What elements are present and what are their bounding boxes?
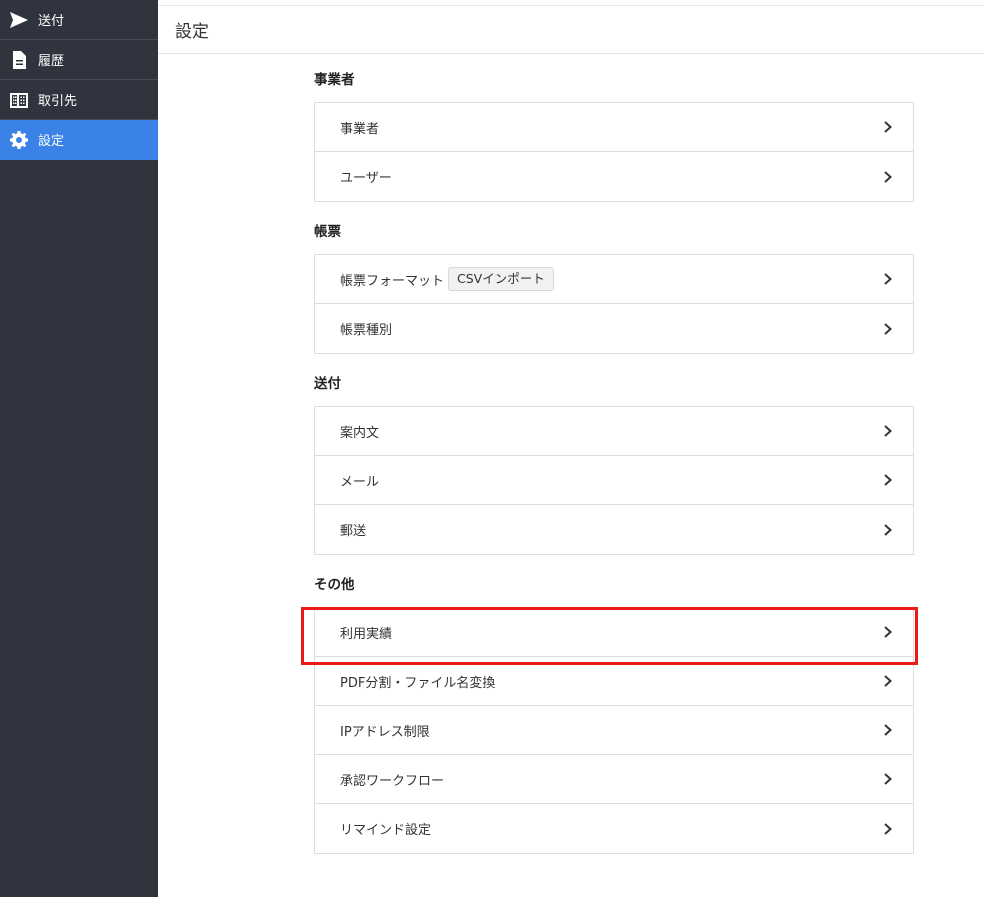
chevron-right-icon — [881, 625, 895, 639]
settings-row-form-format[interactable]: 帳票フォーマット CSVインポート — [315, 255, 913, 304]
row-label: 承認ワークフロー — [340, 773, 445, 789]
settings-list: 帳票フォーマット CSVインポート 帳票種別 — [314, 254, 914, 354]
chevron-right-icon — [881, 723, 895, 737]
title-divider — [158, 53, 984, 54]
row-label: 事業者 — [340, 121, 380, 137]
row-label: IPアドレス制限 — [340, 724, 430, 740]
section-heading: 帳票 — [314, 224, 341, 240]
settings-row-business[interactable]: 事業者 — [315, 103, 913, 152]
settings-row-postal[interactable]: 郵送 — [315, 505, 913, 554]
settings-row-usage[interactable]: 利用実績 — [315, 608, 913, 657]
settings-content: 事業者 事業者 ユーザー 帳票 帳票フォーマット CSVインポート 帳票種別 送… — [314, 70, 914, 874]
chevron-right-icon — [881, 772, 895, 786]
row-label: 帳票フォーマット — [340, 273, 445, 289]
row-label: ユーザー — [340, 171, 392, 186]
document-icon — [8, 49, 30, 71]
row-label: 案内文 — [340, 425, 380, 441]
sidebar-item-settings[interactable]: 設定 — [0, 120, 158, 160]
row-label: メール — [340, 474, 380, 490]
sidebar-item-label: 履歴 — [38, 54, 65, 69]
sidebar: 送付 履歴 取引先 設定 — [0, 0, 158, 897]
row-label: 利用実績 — [340, 626, 393, 642]
settings-list: 利用実績 PDF分割・ファイル名変換 IPアドレス制限 承認ワークフロー リマイ… — [314, 607, 914, 854]
chevron-right-icon — [881, 674, 895, 688]
building-icon — [8, 89, 30, 111]
chevron-right-icon — [881, 822, 895, 836]
settings-row-reminder[interactable]: リマインド設定 — [315, 804, 913, 853]
top-divider — [158, 5, 984, 6]
chevron-right-icon — [881, 272, 895, 286]
settings-list: 案内文 メール 郵送 — [314, 406, 914, 555]
gear-icon — [8, 129, 30, 151]
section-forms: 帳票 帳票フォーマット CSVインポート 帳票種別 — [314, 222, 914, 354]
sidebar-item-label: 取引先 — [38, 94, 78, 109]
row-label: PDF分割・ファイル名変換 — [340, 675, 496, 691]
section-heading: 事業者 — [314, 72, 355, 88]
section-other: その他 利用実績 PDF分割・ファイル名変換 IPアドレス制限 承認ワークフロー… — [314, 575, 914, 854]
chevron-right-icon — [881, 523, 895, 537]
chevron-right-icon — [881, 322, 895, 336]
sidebar-item-clients[interactable]: 取引先 — [0, 80, 158, 120]
sidebar-item-label: 設定 — [38, 134, 65, 149]
csv-import-button[interactable]: CSVインポート — [448, 267, 554, 291]
section-heading: その他 — [314, 577, 355, 593]
settings-list: 事業者 ユーザー — [314, 102, 914, 202]
sidebar-item-label: 送付 — [38, 14, 65, 29]
row-label: 帳票種別 — [340, 323, 393, 338]
settings-row-users[interactable]: ユーザー — [315, 152, 913, 201]
chevron-right-icon — [881, 424, 895, 438]
sidebar-item-history[interactable]: 履歴 — [0, 40, 158, 80]
chevron-right-icon — [881, 473, 895, 487]
row-label: リマインド設定 — [340, 823, 432, 838]
page-title: 設定 — [175, 22, 209, 42]
settings-row-form-type[interactable]: 帳票種別 — [315, 304, 913, 353]
send-icon — [8, 9, 30, 31]
settings-row-pdf-split[interactable]: PDF分割・ファイル名変換 — [315, 657, 913, 706]
settings-row-approval-workflow[interactable]: 承認ワークフロー — [315, 755, 913, 804]
sidebar-item-send[interactable]: 送付 — [0, 0, 158, 40]
chevron-right-icon — [881, 120, 895, 134]
section-heading: 送付 — [314, 376, 341, 392]
settings-row-guide-text[interactable]: 案内文 — [315, 407, 913, 456]
settings-row-ip-restriction[interactable]: IPアドレス制限 — [315, 706, 913, 755]
chevron-right-icon — [881, 170, 895, 184]
settings-row-mail[interactable]: メール — [315, 456, 913, 505]
section-delivery: 送付 案内文 メール 郵送 — [314, 374, 914, 555]
main-content: 設定 事業者 事業者 ユーザー 帳票 帳票フォーマット CSVインポート 帳票種… — [158, 0, 984, 897]
section-business: 事業者 事業者 ユーザー — [314, 70, 914, 202]
row-label: 郵送 — [340, 524, 367, 539]
